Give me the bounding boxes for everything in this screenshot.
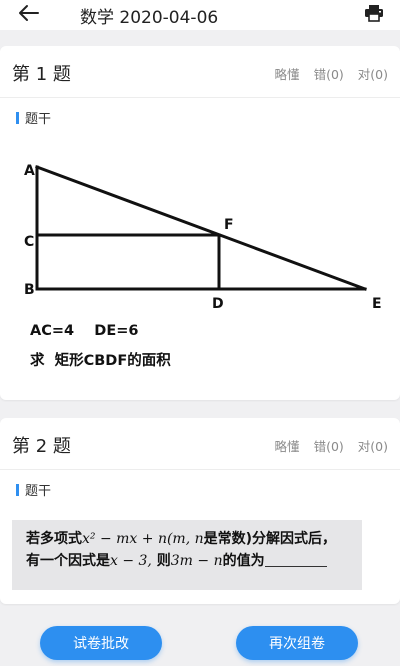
stem-text: 则 <box>151 553 171 569</box>
stem-text: 是常数 <box>203 531 246 547</box>
segment-ae <box>35 165 367 291</box>
stem-text: 若多项式 <box>26 531 82 547</box>
stem-label: 题干 <box>16 480 51 499</box>
regroup-paper-button[interactable]: 再次组卷 <box>236 626 358 660</box>
right-count-button[interactable]: 对(0) <box>358 436 388 455</box>
wrong-count-button[interactable]: 错(0) <box>314 64 344 83</box>
right-count-button[interactable]: 对(0) <box>358 64 388 83</box>
point-e-label: E <box>372 296 382 312</box>
page-title: 数学 2020-04-06 <box>80 8 219 28</box>
bottom-action-bar: 试卷批改 再次组卷 <box>0 606 400 666</box>
stem-text: 有一个因式是 <box>26 553 110 569</box>
printer-icon <box>365 5 383 22</box>
question-actions: 略懂 错(0) 对(0) <box>275 436 388 455</box>
point-a-label: A <box>24 163 35 179</box>
question-header: 第 2 题 略懂 错(0) 对(0) <box>0 418 400 470</box>
question-title: 第 2 题 <box>12 436 71 457</box>
top-bar: 数学 2020-04-06 <box>0 0 400 30</box>
stem-math: x² − mx + n(m, n <box>82 531 204 547</box>
stem-text: )分解因式后， <box>245 531 337 547</box>
label-marker <box>16 111 19 124</box>
arrow-left-icon <box>19 5 39 21</box>
question-title: 第 1 题 <box>12 64 71 85</box>
stem-math: x − 3, <box>110 553 152 569</box>
back-button[interactable] <box>16 2 42 24</box>
stem-line-1: 若多项式x² − mx + n(m, n是常数)分解因式后， <box>26 528 348 550</box>
question-actions: 略懂 错(0) 对(0) <box>275 64 388 83</box>
grade-paper-button[interactable]: 试卷批改 <box>40 626 162 660</box>
point-c-label: C <box>24 234 34 250</box>
partial-button[interactable]: 略懂 <box>275 436 300 455</box>
wrong-count-button[interactable]: 错(0) <box>314 436 344 455</box>
point-b-label: B <box>24 282 35 298</box>
point-f-label: F <box>224 217 234 233</box>
question-given: AC=4 DE=6 <box>30 323 139 339</box>
point-d-label: D <box>212 296 224 312</box>
geometry-figure: A C B D E F <box>24 163 382 312</box>
stem-line-2: 有一个因式是x − 3, 则3m − n的值为 <box>26 550 348 572</box>
question-header: 第 1 题 略懂 错(0) 对(0) <box>0 46 400 98</box>
stem-math: 3m − n <box>170 553 223 569</box>
print-button[interactable] <box>363 2 385 24</box>
answer-blank[interactable] <box>264 553 327 567</box>
question-stem: 若多项式x² − mx + n(m, n是常数)分解因式后， 有一个因式是x −… <box>12 520 362 590</box>
question-ask: 求 矩形CBDF的面积 <box>30 353 171 369</box>
stem-text: 的值为 <box>222 553 265 569</box>
partial-button[interactable]: 略懂 <box>275 64 300 83</box>
stem-label-text: 题干 <box>25 484 52 499</box>
label-marker <box>16 483 19 496</box>
